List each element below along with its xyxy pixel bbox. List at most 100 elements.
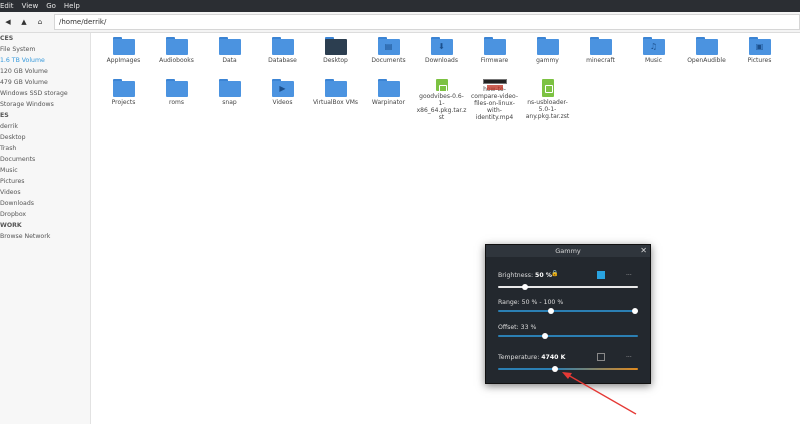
file-item[interactable]: snap — [203, 79, 256, 121]
sidebar-item[interactable]: Pictures — [0, 176, 90, 187]
range-slider[interactable] — [498, 308, 638, 314]
temperature-value: 4740 K — [541, 354, 566, 361]
sidebar-item[interactable]: 479 GB Volume — [0, 77, 90, 88]
gammy-window: Gammy ✕ Brightness: 50 % 🔒 ... Range: 50… — [485, 244, 651, 384]
toolbar: ◀ ▲ ⌂ /home/derrik/ — [0, 12, 800, 33]
folder-icon — [324, 79, 347, 97]
file-name: Database — [268, 57, 297, 64]
sidebar-section-title: WORK — [0, 222, 22, 229]
temperature-slider[interactable] — [498, 366, 638, 372]
file-name: Videos — [272, 99, 293, 106]
sidebar-item[interactable]: File System — [0, 44, 90, 55]
sidebar-item[interactable]: Desktop — [0, 132, 90, 143]
location-path-field[interactable]: /home/derrik/ — [54, 14, 800, 30]
video-thumbnail-icon — [482, 79, 507, 90]
file-item[interactable]: Projects — [97, 79, 150, 121]
folder-icon: ⬇ — [430, 37, 453, 55]
file-item[interactable]: goodvibes-0.6-1-x86_64.pkg.tar.zst — [415, 79, 468, 121]
folder-icon: ▤ — [377, 37, 400, 55]
home-icon[interactable]: ⌂ — [32, 14, 48, 30]
file-name: VirtualBox VMs — [312, 99, 359, 106]
folder-glyph-icon: ♫ — [649, 42, 658, 51]
range-high-handle[interactable] — [632, 308, 638, 314]
folder-icon — [589, 37, 612, 55]
file-item[interactable]: ▣ Pictures — [733, 37, 786, 79]
file-item[interactable]: minecraft — [574, 37, 627, 79]
back-arrow-icon[interactable]: ◀ — [0, 14, 16, 30]
offset-slider-handle[interactable] — [542, 333, 549, 339]
file-name: Downloads — [425, 57, 458, 64]
file-name: Data — [222, 57, 237, 64]
file-item[interactable]: gammy — [521, 37, 574, 79]
brightness-slider[interactable] — [498, 284, 638, 290]
location-path-text: /home/derrik/ — [59, 18, 107, 26]
package-file-icon — [435, 79, 448, 93]
file-name: OpenAudible — [687, 57, 726, 64]
file-item[interactable]: roms — [150, 79, 203, 121]
menu-go[interactable]: Go — [46, 0, 56, 12]
folder-icon — [165, 79, 188, 97]
file-item[interactable]: ▶ Videos — [256, 79, 309, 121]
file-name: gammy — [536, 57, 559, 64]
sidebar-item[interactable]: 120 GB Volume — [0, 66, 90, 77]
range-low-handle[interactable] — [547, 308, 554, 314]
sidebar-item[interactable]: derrik — [0, 121, 90, 132]
lock-icon[interactable]: 🔒 — [551, 270, 558, 277]
file-item[interactable]: Desktop — [309, 37, 362, 79]
menu-edit[interactable]: Edit — [0, 0, 14, 12]
file-item[interactable]: ⬇ Downloads — [415, 37, 468, 79]
folder-glyph-icon: ▣ — [755, 42, 764, 51]
file-item[interactable]: ▤ Documents — [362, 37, 415, 79]
file-item[interactable]: Firmware — [468, 37, 521, 79]
folder-icon: ▣ — [748, 37, 771, 55]
temperature-settings-button[interactable]: ... — [626, 352, 632, 359]
file-item[interactable]: ns-usbloader-5.0-1-any.pkg.tar.zst — [521, 79, 574, 121]
menu-bar: Edit View Go Help — [0, 0, 800, 12]
file-item[interactable]: how-to-compare-video-files-on-linux-with… — [468, 79, 521, 121]
folder-icon — [218, 79, 241, 97]
sidebar-item[interactable]: Browse Network — [0, 231, 90, 242]
sidebar-item[interactable]: Storage Windows — [0, 99, 90, 110]
up-arrow-icon[interactable]: ▲ — [16, 14, 32, 30]
sidebar-item[interactable]: Downloads — [0, 198, 90, 209]
brightness-label: Brightness: 50 % — [498, 272, 552, 279]
offset-slider[interactable] — [498, 333, 638, 339]
file-name: Warpinator — [371, 99, 406, 106]
sidebar-item[interactable]: Trash — [0, 143, 90, 154]
temperature-slider-handle[interactable] — [551, 366, 558, 372]
folder-icon: ♫ — [642, 37, 665, 55]
file-name: roms — [169, 99, 184, 106]
file-item[interactable]: Database — [256, 37, 309, 79]
sidebar-item[interactable]: Videos — [0, 187, 90, 198]
range-label: Range: 50 % - 100 % — [498, 299, 564, 306]
file-item[interactable]: Audiobooks — [150, 37, 203, 79]
sidebar-item[interactable]: Documents — [0, 154, 90, 165]
folder-glyph-icon: ▤ — [384, 42, 393, 51]
sidebar-item[interactable]: Windows SSD storage — [0, 88, 90, 99]
file-item[interactable]: VirtualBox VMs — [309, 79, 362, 121]
file-name: snap — [222, 99, 237, 106]
folder-icon — [218, 37, 241, 55]
menu-view[interactable]: View — [22, 0, 39, 12]
folder-glyph-icon: ▶ — [279, 84, 286, 93]
sidebar-item[interactable]: Music — [0, 165, 90, 176]
temperature-label: Temperature: 4740 K — [498, 354, 566, 361]
sidebar-section-title: ES — [0, 112, 9, 119]
folder-glyph-icon: ⬇ — [438, 42, 445, 51]
close-icon[interactable]: ✕ — [640, 245, 647, 257]
sidebar-item[interactable]: Dropbox — [0, 209, 90, 220]
brightness-auto-checkbox[interactable] — [597, 271, 605, 279]
menu-help[interactable]: Help — [64, 0, 80, 12]
file-item[interactable]: ♫ Music — [627, 37, 680, 79]
folder-icon — [695, 37, 718, 55]
file-item[interactable]: Warpinator — [362, 79, 415, 121]
brightness-settings-button[interactable]: ... — [626, 270, 632, 277]
file-item[interactable]: OpenAudible — [680, 37, 733, 79]
file-item[interactable]: Data — [203, 37, 256, 79]
folder-icon — [324, 37, 347, 55]
temperature-auto-checkbox[interactable] — [597, 353, 605, 361]
file-item[interactable]: AppImages — [97, 37, 150, 79]
brightness-slider-handle[interactable] — [522, 284, 529, 290]
sidebar-item[interactable]: 1.6 TB Volume — [0, 55, 90, 66]
file-name: how-to-compare-video-files-on-linux-with… — [471, 86, 518, 121]
